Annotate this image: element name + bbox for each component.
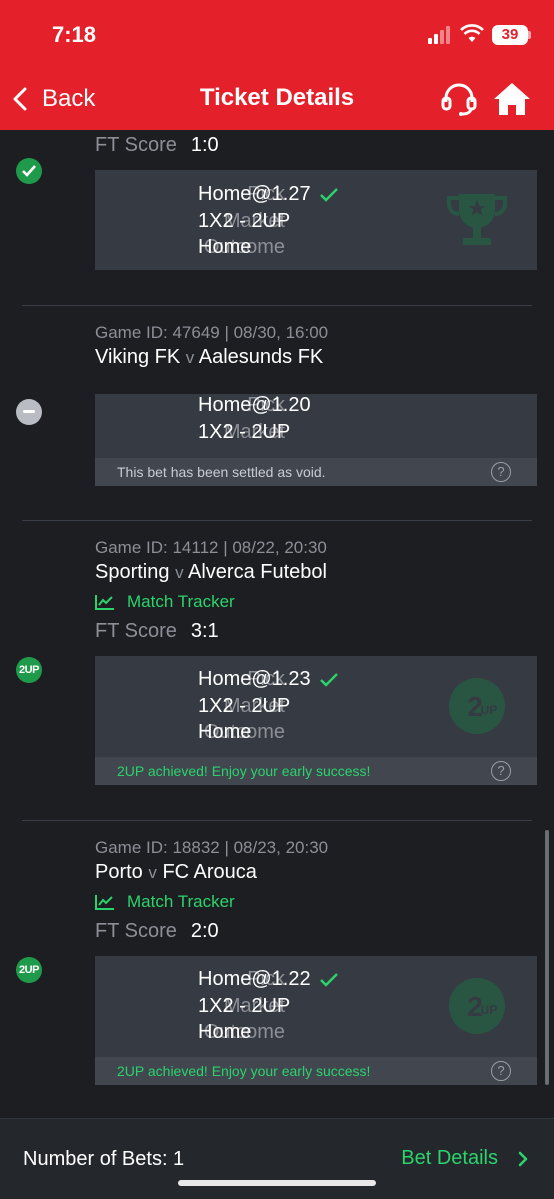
bottom-bar: Number of Bets: 1 Bet Details xyxy=(0,1118,554,1199)
divider xyxy=(22,820,532,821)
checkmark-icon xyxy=(319,672,338,687)
bet-details-button[interactable]: Bet Details xyxy=(401,1147,528,1170)
game-id: Game ID: 14112 | 08/22, 20:30 xyxy=(95,538,327,557)
svg-text:UP: UP xyxy=(481,1003,498,1017)
void-minus-icon xyxy=(16,399,42,425)
help-icon[interactable]: ? xyxy=(491,761,511,781)
twoup-badge-icon: 2UP xyxy=(16,657,42,683)
pick-value: Home@1.23 xyxy=(198,668,339,691)
chart-line-icon xyxy=(95,595,114,610)
trophy-watermark-icon xyxy=(447,194,507,245)
help-icon[interactable]: ? xyxy=(491,462,511,482)
back-button[interactable]: Back xyxy=(12,80,95,118)
home-indicator[interactable] xyxy=(178,1180,376,1186)
market-value: 1X2 - 2UP xyxy=(198,210,291,232)
settlement-note: This bet has been settled as void. ? xyxy=(95,458,537,486)
match-tracker-link[interactable]: Match Tracker xyxy=(95,892,235,912)
wifi-icon xyxy=(460,24,484,42)
twoup-message: 2UP achieved! Enjoy your early success! xyxy=(117,1063,371,1079)
ft-score: FT Score 3:1 xyxy=(95,620,219,642)
achievement-note: 2UP achieved! Enjoy your early success! … xyxy=(95,757,537,785)
divider xyxy=(22,305,532,306)
twoup-watermark-icon: 2 UP xyxy=(449,978,505,1034)
headset-support-icon[interactable] xyxy=(440,80,478,118)
match-tracker-link[interactable]: Match Tracker xyxy=(95,592,235,612)
match-teams: Porto v FC Arouca xyxy=(95,861,257,883)
battery-tip xyxy=(528,31,531,39)
ft-score: FT Score 1:0 xyxy=(95,134,219,156)
checkmark-icon xyxy=(319,972,338,987)
outcome-value: Home xyxy=(198,236,252,258)
outcome-value: Home xyxy=(198,721,252,743)
game-id: Game ID: 18832 | 08/23, 20:30 xyxy=(95,838,329,857)
pick-card: Pick Home@1.20 Market 1X2 - 2UP This bet… xyxy=(95,394,537,486)
chevron-right-icon xyxy=(518,1151,528,1166)
home-icon[interactable] xyxy=(492,80,532,118)
pick-value: Home@1.22 xyxy=(198,968,339,991)
twoup-badge-icon: 2UP xyxy=(16,957,42,983)
market-value: 1X2 - 2UP xyxy=(198,995,291,1017)
bets-count: Number of Bets: 1 xyxy=(23,1148,185,1170)
outcome-value: Home xyxy=(198,1021,252,1043)
help-icon[interactable]: ? xyxy=(491,1061,511,1081)
back-label: Back xyxy=(42,85,96,112)
bet-details-label: Bet Details xyxy=(401,1147,498,1169)
game-id: Game ID: 47649 | 08/30, 16:00 xyxy=(95,323,329,342)
match-teams: Sporting v Alverca Futebol xyxy=(95,561,327,583)
battery-indicator: 39 xyxy=(492,25,528,45)
chart-line-icon xyxy=(95,895,114,910)
divider xyxy=(22,520,532,521)
cellular-signal-icon xyxy=(428,26,454,44)
status-time: 7:18 xyxy=(52,22,97,47)
app-header: 7:18 39 Back Ticket Details xyxy=(0,0,554,130)
achievement-note: 2UP achieved! Enjoy your early success! … xyxy=(95,1057,537,1085)
chevron-left-icon xyxy=(13,87,27,111)
twoup-watermark-icon: 2 UP xyxy=(449,678,505,734)
pick-card: Pick Home@1.27 Market 1X2 - 2UP Outcome … xyxy=(95,170,537,270)
ft-score: FT Score 2:0 xyxy=(95,920,219,942)
market-value: 1X2 - 2UP xyxy=(198,695,291,717)
twoup-message: 2UP achieved! Enjoy your early success! xyxy=(117,763,371,779)
market-value: 1X2 - 2UP xyxy=(198,421,291,443)
match-teams: Viking FK v Aalesunds FK xyxy=(95,346,324,368)
scrollbar[interactable] xyxy=(545,830,549,1085)
pick-card: Pick Home@1.22 Market 1X2 - 2UP Outcome … xyxy=(95,956,537,1085)
bet-list[interactable]: FT Score 1:0 Pick Home@1.27 Market 1X2 - … xyxy=(0,130,554,1118)
won-check-icon xyxy=(16,158,42,184)
svg-text:UP: UP xyxy=(481,703,498,717)
checkmark-icon xyxy=(319,187,338,202)
pick-value: Home@1.27 xyxy=(198,183,339,206)
pick-value: Home@1.20 xyxy=(198,394,311,416)
void-message: This bet has been settled as void. xyxy=(117,464,326,480)
pick-card: Pick Home@1.23 Market 1X2 - 2UP Outcome … xyxy=(95,656,537,785)
